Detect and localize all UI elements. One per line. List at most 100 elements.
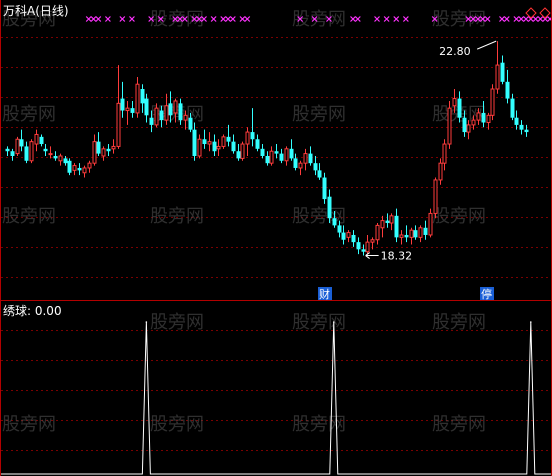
candle[interactable] [418,225,423,243]
candle-body-up [216,145,221,150]
candle[interactable] [221,134,226,149]
candle[interactable] [10,148,15,161]
candle[interactable] [255,134,260,152]
candle[interactable] [505,69,510,104]
candle[interactable] [207,132,212,152]
candle[interactable] [375,223,380,245]
candle[interactable] [423,220,428,240]
candle[interactable] [164,93,169,125]
candle[interactable] [202,129,207,149]
candle[interactable] [447,100,452,149]
candle[interactable] [111,139,116,154]
candle[interactable] [351,230,356,247]
candle[interactable] [197,134,202,159]
candle[interactable] [524,124,529,137]
candle[interactable] [58,153,63,166]
candle[interactable] [394,208,399,243]
candle[interactable] [77,163,82,176]
high-price-label: 22.80 [439,45,471,58]
candle[interactable] [389,213,394,231]
candle[interactable] [29,139,34,164]
candle[interactable] [409,227,414,245]
candle[interactable] [274,144,279,159]
candle[interactable] [298,160,303,176]
candle[interactable] [260,144,265,159]
candle[interactable] [96,132,101,156]
candle[interactable] [433,177,438,219]
candle[interactable] [48,146,53,159]
candle[interactable] [236,144,241,161]
candle[interactable] [116,65,121,149]
indicator-line[interactable] [1,321,551,475]
candle[interactable] [500,55,505,85]
candle-body-down [457,98,462,118]
candle[interactable] [240,141,245,161]
candle[interactable] [43,144,48,156]
candle-body-down [317,170,322,178]
candle[interactable] [269,146,274,166]
candle-body-down [274,151,279,154]
candle[interactable] [53,151,58,161]
candle[interactable] [380,215,385,238]
candle[interactable] [327,189,332,224]
cai-badge[interactable]: 财 [318,287,332,301]
candle[interactable] [15,136,20,156]
candle[interactable] [120,81,125,118]
candle[interactable] [361,244,366,256]
candle[interactable] [82,165,87,178]
candle-body-down [385,220,390,223]
candle[interactable] [24,141,29,164]
candle[interactable] [303,148,308,171]
candle[interactable] [101,146,106,161]
ting-badge[interactable]: 停 [480,287,494,301]
candle[interactable] [289,139,294,161]
candle[interactable] [385,213,390,228]
candle[interactable] [212,134,217,156]
candle[interactable] [346,230,351,243]
candle[interactable] [399,230,404,245]
candle[interactable] [87,160,92,173]
indicator-panel[interactable] [1,321,551,475]
candle[interactable] [192,122,197,161]
candle[interactable] [67,158,72,176]
candle[interactable] [317,163,322,180]
candle[interactable] [442,139,447,171]
candle[interactable] [39,134,44,147]
candle[interactable] [279,148,284,164]
candle[interactable] [5,146,10,156]
candle[interactable] [72,163,77,176]
candle[interactable] [356,237,361,255]
candle[interactable] [322,172,327,204]
candle[interactable] [19,129,24,152]
candle-body-down [53,156,58,159]
candle[interactable] [514,110,519,130]
candle[interactable] [428,208,433,238]
candle[interactable] [490,84,495,121]
watermark-text: 股旁网 [2,206,56,227]
candle[interactable] [313,156,318,176]
candle[interactable] [130,100,135,118]
candle[interactable] [144,93,149,123]
candle[interactable] [365,234,370,255]
candle[interactable] [135,77,140,118]
candle[interactable] [519,120,524,135]
candle[interactable] [341,225,346,245]
candle[interactable] [216,139,221,156]
candle[interactable] [404,225,409,243]
candle[interactable] [284,146,289,166]
candle[interactable] [106,144,111,156]
candle-body-up [101,148,106,157]
candle[interactable] [140,84,145,113]
candle[interactable] [245,127,250,156]
candle[interactable] [438,158,443,185]
candle[interactable] [265,151,270,166]
candle[interactable] [231,134,236,154]
candle[interactable] [308,146,313,166]
candle[interactable] [125,100,130,125]
candle[interactable] [495,41,500,94]
candle[interactable] [92,134,97,166]
candle[interactable] [34,129,39,152]
candle[interactable] [226,124,231,147]
candle[interactable] [293,153,298,171]
candle[interactable] [413,225,418,240]
